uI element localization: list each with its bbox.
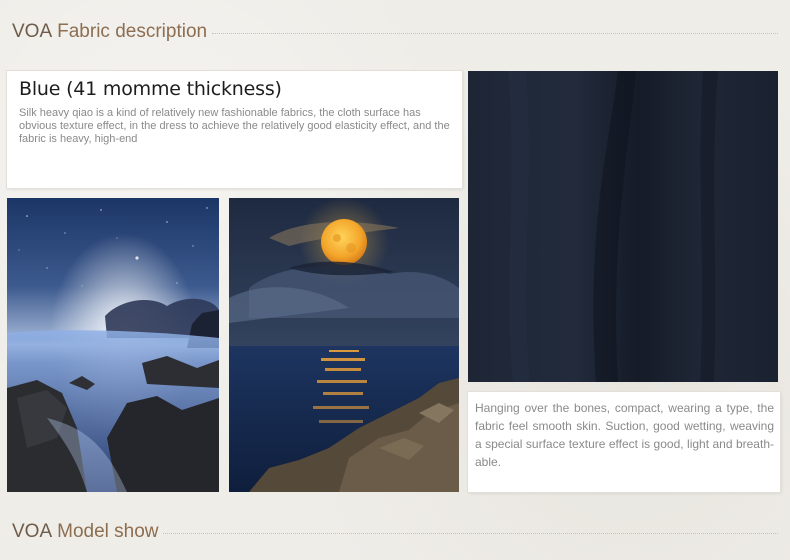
model-heading-divider	[163, 533, 778, 534]
fabric-description-text: Silk heavy qiao is a kind of relatively …	[19, 107, 450, 145]
model-heading-brand: VOA	[12, 521, 53, 542]
fabric-features-text: Hanging over the bones, compact, wearing…	[475, 401, 774, 469]
model-heading-title: Model show	[57, 521, 159, 542]
fabric-heading-brand: VOA	[12, 21, 53, 42]
fabric-description-card: Blue (41 momme thickness) Silk heavy qia…	[7, 71, 462, 188]
full-moon-sea-photo	[229, 198, 459, 492]
fabric-heading-title: Fabric description	[57, 21, 208, 42]
model-show-heading: VOA Model show	[12, 521, 159, 543]
fabric-features-card: Hanging over the bones, compact, wearing…	[468, 392, 780, 492]
fabric-description-heading: VOA Fabric description	[12, 21, 207, 43]
night-sky-coast-photo	[7, 198, 219, 492]
fabric-color-title: Blue (41 momme thickness)	[19, 78, 282, 100]
navy-fabric-swatch-photo	[468, 71, 778, 382]
fabric-heading-divider	[212, 33, 778, 34]
